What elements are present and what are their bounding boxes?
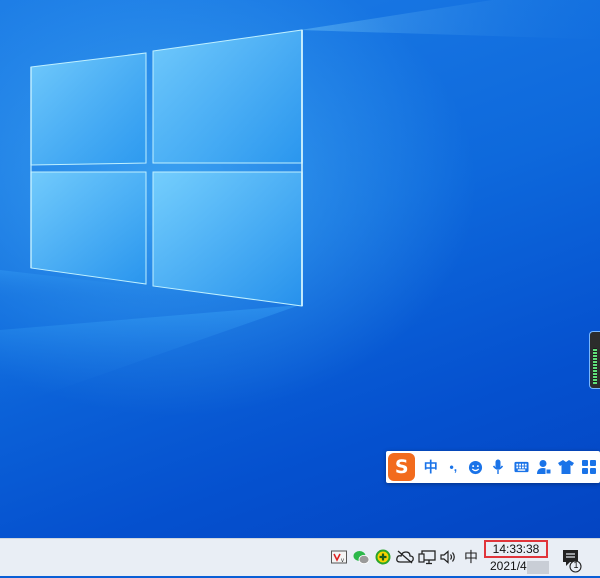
taskbar: v 中 14:33:38 2021/4 1	[0, 538, 600, 576]
emoji-icon[interactable]	[465, 453, 488, 481]
notification-icon	[563, 550, 582, 573]
ime-mode-button[interactable]: 中	[419, 453, 442, 481]
user-icon[interactable]	[532, 453, 555, 481]
action-center-button[interactable]: 1	[558, 547, 584, 573]
level-meter	[593, 348, 597, 384]
clock-date: 2021/4	[490, 559, 527, 573]
security-plus-icon[interactable]	[374, 548, 392, 566]
onedrive-offline-icon[interactable]	[396, 548, 414, 566]
skin-shirt-icon[interactable]	[555, 453, 578, 481]
ime-indicator[interactable]: 中	[462, 548, 480, 566]
notification-count: 1	[573, 560, 579, 570]
ime-toolbar: S 中 •,	[386, 451, 600, 483]
date-redaction	[527, 561, 549, 574]
network-monitor-icon[interactable]	[418, 548, 436, 566]
vpn-shield-icon[interactable]: v	[330, 548, 348, 566]
microphone-icon[interactable]	[487, 453, 510, 481]
desktop: S 中 •,	[0, 0, 600, 538]
toolbox-grid-icon[interactable]	[577, 453, 600, 481]
volume-icon[interactable]	[440, 548, 458, 566]
clock[interactable]: 14:33:38 2021/4	[484, 539, 550, 576]
svg-text:v: v	[341, 558, 344, 564]
clock-time: 14:33:38	[484, 540, 548, 558]
audio-level-gadget[interactable]	[589, 331, 600, 389]
keyboard-icon[interactable]	[510, 453, 533, 481]
wechat-icon[interactable]	[352, 548, 370, 566]
punctuation-button[interactable]: •,	[442, 453, 465, 481]
sogou-logo-icon[interactable]: S	[388, 453, 416, 481]
